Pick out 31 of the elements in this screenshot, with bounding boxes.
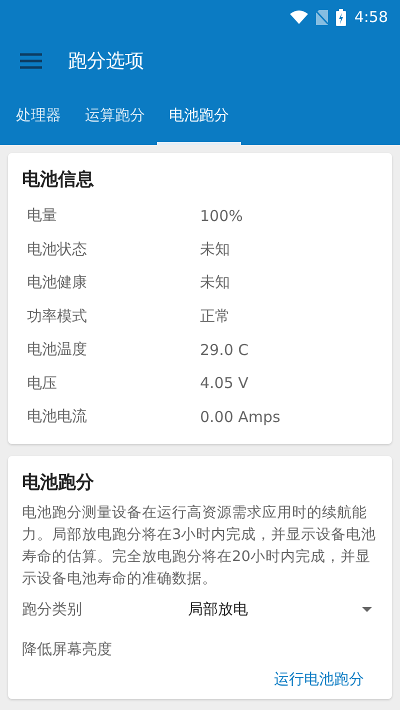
- info-value: 未知: [200, 240, 231, 259]
- info-label: 电量: [27, 206, 58, 226]
- run-benchmark-link[interactable]: 运行电池跑分: [274, 670, 364, 688]
- info-label: 电压: [27, 374, 58, 393]
- setting-label: 降低屏幕亮度: [22, 640, 113, 659]
- tab[interactable]: 处理器: [4, 88, 73, 145]
- info-value: 未知: [200, 273, 231, 292]
- info-label: 电池状态: [27, 240, 88, 259]
- no-sim-icon: [316, 10, 328, 24]
- card-title: 电池跑分: [22, 470, 95, 494]
- tab[interactable]: 电池跑分: [157, 88, 241, 145]
- app-title: 跑分选项: [68, 49, 144, 74]
- category-dropdown[interactable]: 局部放电: [188, 600, 378, 619]
- info-value: 4.05 V: [200, 374, 250, 392]
- description-text: 电池跑分测量设备在运行高资源需求应用时的续航能力。局部放电跑分将在3小时内完成，并显示设备电池寿命的估算。完全放电跑分将在20小时内完成，并显示设备电池寿命的准确数据。: [22, 504, 378, 588]
- info-value: 100%: [200, 206, 244, 225]
- wifi-icon: [290, 10, 308, 24]
- info-label: 电池电流: [27, 407, 88, 426]
- caret-icon: [362, 607, 372, 612]
- info-value: 0.00 Amps: [200, 408, 282, 426]
- setting-label: 跑分类别: [22, 600, 83, 619]
- info-label: 电池健康: [27, 273, 88, 292]
- info-value: 正常: [200, 306, 231, 326]
- card-title: 电池信息: [22, 168, 95, 191]
- tab[interactable]: 运算跑分: [73, 88, 157, 145]
- info-value: 29.0 C: [200, 340, 250, 359]
- status-time: 4:58: [354, 8, 388, 26]
- battery-charging-icon: [336, 8, 346, 26]
- menu-icon[interactable]: [20, 53, 42, 69]
- info-label: 电池温度: [27, 340, 88, 360]
- info-label: 功率模式: [27, 306, 88, 326]
